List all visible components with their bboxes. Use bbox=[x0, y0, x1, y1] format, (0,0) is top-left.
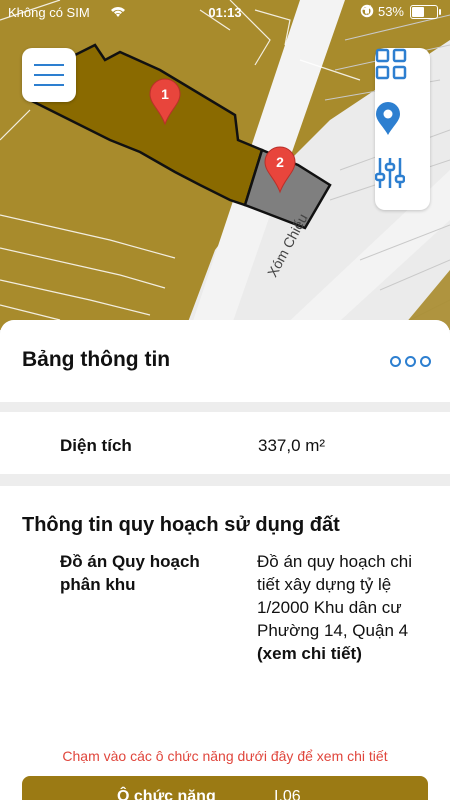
menu-button[interactable] bbox=[22, 48, 76, 102]
info-panel[interactable]: Bảng thông tin Diện tích 337,0 m² Thông … bbox=[0, 320, 450, 800]
svg-text:1: 1 bbox=[161, 86, 169, 102]
function-table-header[interactable]: Ô chức năng I.06 bbox=[22, 776, 428, 800]
more-icon bbox=[390, 356, 401, 367]
view-details-link[interactable]: (xem chi tiết) bbox=[257, 642, 427, 665]
area-row: Diện tích 337,0 m² bbox=[0, 412, 450, 474]
filter-button[interactable] bbox=[375, 156, 430, 210]
battery-percent: 53% bbox=[377, 4, 404, 19]
area-label: Diện tích bbox=[60, 436, 132, 455]
locate-button[interactable] bbox=[375, 102, 430, 156]
planning-text: Đồ án quy hoạch chi tiết xây dựng tỷ lệ … bbox=[257, 552, 412, 640]
status-bar: Không có SIM 01:13 53% bbox=[0, 0, 450, 26]
battery-icon bbox=[410, 4, 441, 19]
function-value: I.06 bbox=[274, 788, 301, 800]
area-value: 337,0 m² bbox=[258, 436, 326, 455]
layers-button[interactable] bbox=[375, 48, 430, 102]
more-options-button[interactable] bbox=[390, 356, 431, 367]
grid-icon bbox=[375, 48, 407, 80]
hint-text: Chạm vào các ô chức năng dưới đây để xem… bbox=[62, 748, 388, 764]
panel-header: Bảng thông tin bbox=[0, 320, 450, 402]
location-pin-icon bbox=[376, 102, 400, 135]
planning-card: Thông tin quy hoạch sử dụng đất Đồ án Qu… bbox=[0, 486, 450, 800]
sliders-icon bbox=[375, 158, 405, 188]
planning-value: Đồ án quy hoạch chi tiết xây dựng tỷ lệ … bbox=[257, 550, 427, 665]
function-label: Ô chức năng bbox=[117, 788, 216, 800]
panel-title: Bảng thông tin bbox=[22, 348, 171, 371]
map-tools bbox=[375, 48, 430, 210]
planning-title: Thông tin quy hoạch sử dụng đất bbox=[22, 514, 340, 536]
svg-text:2: 2 bbox=[276, 154, 284, 170]
planning-label: Đồ án Quy hoạch phân khu bbox=[60, 552, 200, 594]
menu-icon bbox=[34, 64, 64, 66]
map-view[interactable]: 1 2 Xóm Chiếu Không có SIM 01:13 53% bbox=[0, 0, 450, 330]
